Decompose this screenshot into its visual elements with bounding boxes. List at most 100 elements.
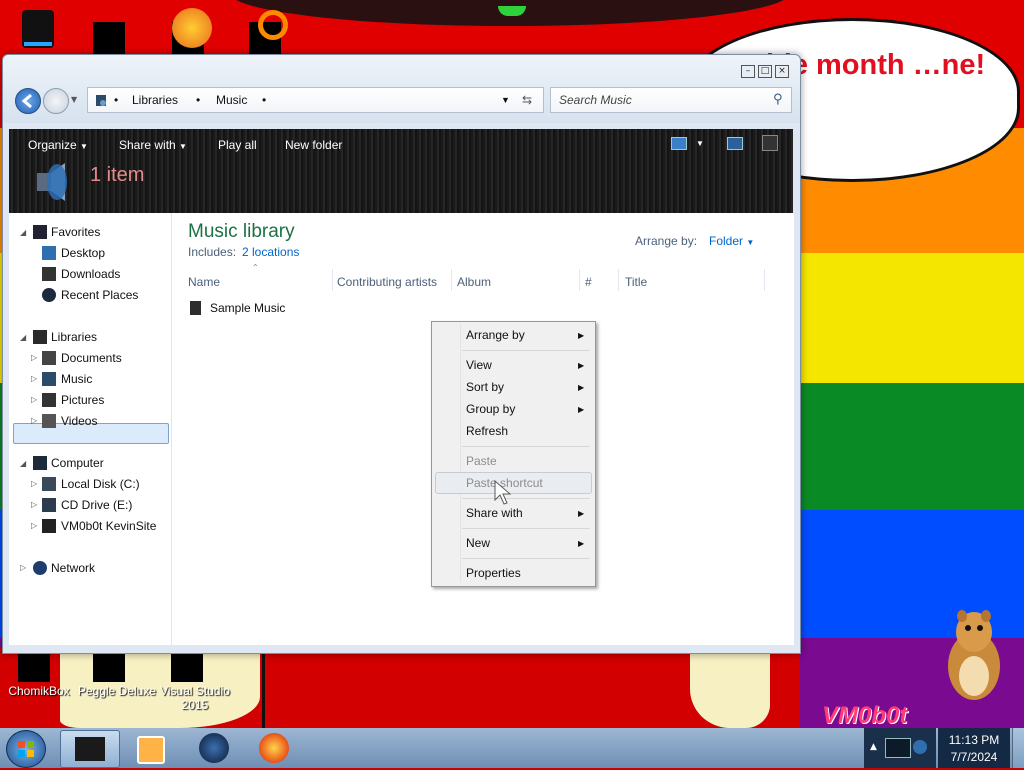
address-dropdown-icon[interactable]: ▼ [501,95,510,105]
command-bar: Organize ▼ Share with ▼ Play all New fol… [9,129,793,213]
clock[interactable]: 11:13 PM 7/7/2024 [938,728,1010,768]
volume-tray-icon[interactable] [913,740,927,754]
column-divider[interactable] [451,269,452,291]
menu-item-view[interactable]: View [466,358,492,372]
desktop-label-chomikbox[interactable]: ChomikBox [0,684,79,698]
taskbar: ▲ 11:13 PM 7/7/2024 [0,728,1024,768]
column-header-name[interactable]: Name [188,275,220,289]
expand-icon[interactable]: ▷ [31,374,37,383]
start-button[interactable] [6,730,46,768]
search-box[interactable]: Search Music ⚲ [550,87,792,113]
firefox-desktop-icon[interactable] [172,8,212,48]
maximize-button[interactable]: □ [758,65,772,78]
menu-item-arrange-by[interactable]: Arrange by [466,328,525,342]
expand-icon[interactable]: ▷ [31,416,37,425]
breadcrumb-libraries[interactable]: Libraries [132,93,178,107]
network-drive-icon [42,519,56,533]
menu-item-sort-by[interactable]: Sort by [466,380,504,394]
expand-icon[interactable]: ▷ [31,353,37,362]
nav-computer[interactable]: Computer [51,454,104,472]
back-button[interactable] [15,88,41,114]
context-menu: Arrange by ▶ View ▶ Sort by ▶ Group by ▶… [431,321,596,587]
column-divider[interactable] [579,269,580,291]
show-hidden-icons[interactable]: ▲ [870,742,877,752]
menu-item-paste[interactable]: Paste [466,454,497,468]
nav-recent-places[interactable]: Recent Places [61,286,138,304]
expand-icon[interactable]: ▷ [31,479,37,488]
nav-local-disk[interactable]: Local Disk (C:) [61,475,140,493]
submenu-arrow-icon: ▶ [578,405,585,414]
column-divider[interactable] [764,269,765,291]
expand-collapse-icon[interactable]: ◢ [20,459,26,468]
visual-studio-icon[interactable] [171,650,203,682]
firefox-icon[interactable] [259,733,289,763]
menu-item-share-with[interactable]: Share with [466,506,523,520]
nav-downloads[interactable]: Downloads [61,265,120,283]
window-titlebar[interactable]: – □ × ▼ • Libraries • Music • ▼ ⇆ Search… [3,55,800,123]
breadcrumb-music[interactable]: Music [216,93,247,107]
new-folder-button[interactable]: New folder [285,138,342,152]
column-header-album[interactable]: Album [457,275,491,289]
change-view-icon[interactable] [671,137,687,150]
organize-button[interactable]: Organize ▼ [28,138,88,152]
arrange-by-dropdown[interactable]: Folder ▼ [709,234,754,248]
column-divider[interactable] [618,269,619,291]
menu-item-properties[interactable]: Properties [466,566,521,580]
chevron-down-icon: ▼ [179,142,187,151]
forward-button[interactable] [43,88,69,114]
menu-item-new[interactable]: New [466,536,490,550]
peggle-icon[interactable] [93,650,125,682]
favorites-star-icon [33,225,47,239]
address-bar[interactable]: • Libraries • Music • ▼ ⇆ [87,87,544,113]
close-button[interactable]: × [775,65,789,78]
taskbar-explorer-button[interactable] [60,730,120,768]
nav-desktop[interactable]: Desktop [61,244,105,262]
minimize-button[interactable]: – [741,65,755,78]
view-options-dropdown-icon[interactable]: ▼ [696,139,704,148]
search-placeholder[interactable]: Search Music [559,93,632,107]
expand-collapse-icon[interactable]: ◢ [20,228,26,237]
nav-documents[interactable]: Documents [61,349,122,367]
expand-icon[interactable]: ▷ [31,395,37,404]
network-tray-icon[interactable] [885,738,911,758]
nav-music[interactable]: Music [61,370,92,388]
media-player-icon[interactable] [137,736,165,764]
expand-icon[interactable]: ▷ [20,563,26,572]
share-with-button[interactable]: Share with ▼ [119,138,187,152]
recent-pages-dropdown-icon[interactable]: ▼ [71,95,77,104]
nav-libraries[interactable]: Libraries [51,328,97,346]
show-desktop-button[interactable] [1012,728,1024,768]
expand-collapse-icon[interactable]: ◢ [20,333,26,342]
nav-pictures[interactable]: Pictures [61,391,104,409]
preview-pane-icon[interactable] [727,137,743,150]
chomikbox-icon[interactable] [18,650,50,682]
desktop-icon-hidden-1[interactable] [93,22,125,54]
expand-icon[interactable]: ▷ [31,500,37,509]
nav-videos[interactable]: Videos [61,412,97,430]
expand-icon[interactable]: ▷ [31,521,37,530]
desktop-label-visual-studio[interactable]: Visual Studio 2015 [155,684,235,712]
column-header-number[interactable]: # [585,275,592,289]
list-item[interactable]: Sample Music [188,299,328,317]
desktop-label-peggle[interactable]: Peggle Deluxe [77,684,157,698]
menu-item-refresh[interactable]: Refresh [466,424,508,438]
column-header-contributing-artists[interactable]: Contributing artists [337,275,437,289]
nav-favorites[interactable]: Favorites [51,223,100,241]
column-header-title[interactable]: Title [625,275,647,289]
menu-item-group-by[interactable]: Group by [466,402,515,416]
file-name[interactable]: Sample Music [210,301,285,315]
play-all-button[interactable]: Play all [218,138,257,152]
locations-link[interactable]: 2 locations [242,245,299,259]
refresh-icon[interactable]: ⇆ [522,93,532,107]
search-icon[interactable]: ⚲ [773,92,783,107]
column-divider[interactable] [332,269,333,291]
recycle-bin-icon[interactable] [18,6,58,50]
nav-network-drive[interactable]: VM0b0t KevinSite [61,517,156,535]
browser-icon[interactable] [199,733,229,763]
clock-date: 7/7/2024 [950,750,998,764]
nav-network[interactable]: Network [51,559,95,577]
ring-icon[interactable] [258,10,288,40]
documents-icon [42,351,56,365]
nav-cd-drive[interactable]: CD Drive (E:) [61,496,132,514]
help-icon[interactable] [762,135,778,151]
